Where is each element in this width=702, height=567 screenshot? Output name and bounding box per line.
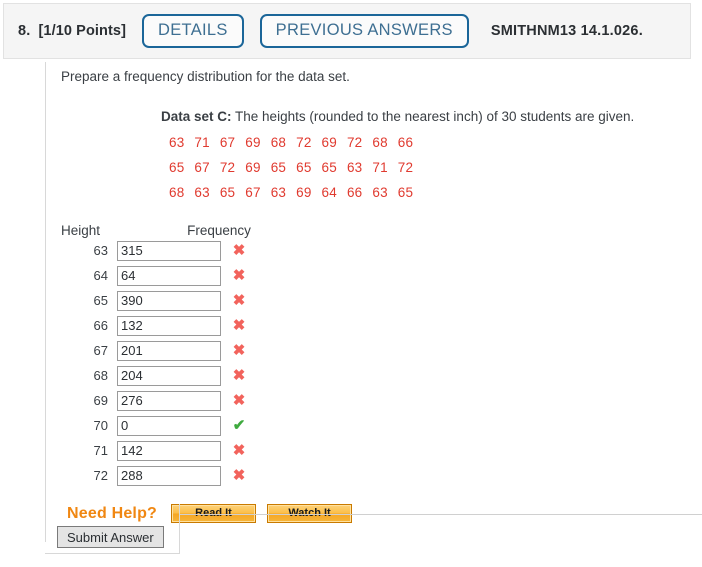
height-value: 69 bbox=[93, 393, 108, 409]
dataset-text: The heights (rounded to the nearest inch… bbox=[231, 108, 635, 124]
dataset-row: 65 67 72 69 65 65 65 63 71 72 bbox=[169, 160, 697, 175]
dataset-value: 72 bbox=[296, 135, 312, 151]
submit-divider bbox=[180, 514, 702, 515]
dataset-value: 64 bbox=[321, 185, 337, 201]
assignment-code: SMITHNM13 14.1.026. bbox=[490, 23, 643, 39]
dataset-value: 65 bbox=[219, 185, 236, 201]
frequency-row: 63 ✖ bbox=[61, 238, 697, 263]
points-badge: [1/10 Points] bbox=[38, 23, 127, 39]
dataset-description: Data set C: The heights (rounded to the … bbox=[161, 108, 697, 126]
frequency-row: 70 ✔ bbox=[61, 413, 697, 438]
previous-answers-button[interactable]: PREVIOUS ANSWERS bbox=[259, 14, 469, 48]
dataset-value: 66 bbox=[397, 135, 414, 151]
dataset-value: 63 bbox=[270, 185, 287, 201]
frequency-input[interactable] bbox=[117, 290, 221, 311]
dataset-value: 72 bbox=[397, 160, 414, 176]
dataset-value: 69 bbox=[296, 185, 312, 201]
incorrect-x-icon: ✖ bbox=[232, 317, 246, 335]
dataset-value: 68 bbox=[372, 135, 388, 151]
frequency-input[interactable] bbox=[117, 365, 221, 386]
frequency-table: Height Frequency 63 ✖ 64 ✖ 65 ✖ 66 ✖ 67 ✖ 68 ✖ 69 ✖ 70… bbox=[61, 218, 697, 488]
frequency-table-rows: 63 ✖ 64 ✖ 65 ✖ 66 ✖ 67 ✖ 68 ✖ 69 ✖ 70 ✔ 71 ✖ 72 ✖ bbox=[61, 238, 697, 488]
frequency-input[interactable] bbox=[117, 265, 221, 286]
dataset-value: 68 bbox=[270, 135, 287, 151]
frequency-row: 67 ✖ bbox=[61, 338, 697, 363]
left-vertical-divider bbox=[45, 62, 46, 542]
dataset-label: Data set C: bbox=[161, 108, 232, 124]
question-number: 8. bbox=[18, 23, 31, 39]
dataset-value: 67 bbox=[194, 160, 210, 176]
frequency-row: 71 ✖ bbox=[61, 438, 697, 463]
dataset-value: 69 bbox=[321, 135, 337, 151]
height-value: 68 bbox=[93, 368, 108, 384]
column-header-height: Height bbox=[61, 223, 101, 239]
dataset-value: 63 bbox=[372, 185, 388, 201]
dataset-value: 68 bbox=[169, 185, 185, 201]
question-prompt: Prepare a frequency distribution for the… bbox=[61, 69, 350, 84]
frequency-input[interactable] bbox=[117, 315, 221, 336]
dataset-value: 69 bbox=[245, 160, 261, 176]
height-value: 63 bbox=[93, 243, 108, 259]
frequency-table-header: Height Frequency bbox=[61, 218, 697, 238]
question-body: Prepare a frequency distribution for the… bbox=[61, 68, 697, 524]
dataset-values: 63 71 67 69 68 72 69 72 68 66 65 67 72 69 65 65 65 63 71 72… bbox=[61, 135, 697, 200]
details-button[interactable]: DETAILS bbox=[142, 14, 244, 48]
dataset-value: 65 bbox=[296, 160, 312, 176]
submit-answer-button[interactable]: Submit Answer bbox=[57, 526, 164, 548]
dataset-value: 71 bbox=[194, 135, 210, 151]
height-value: 66 bbox=[93, 318, 108, 334]
dataset-value: 63 bbox=[169, 135, 185, 151]
dataset-value: 65 bbox=[169, 160, 185, 176]
dataset-value: 67 bbox=[219, 135, 236, 151]
dataset-value: 67 bbox=[245, 185, 261, 201]
frequency-row: 69 ✖ bbox=[61, 388, 697, 413]
incorrect-x-icon: ✖ bbox=[232, 392, 246, 410]
height-value: 72 bbox=[93, 468, 108, 484]
height-value: 65 bbox=[93, 293, 108, 309]
frequency-row: 65 ✖ bbox=[61, 288, 697, 313]
incorrect-x-icon: ✖ bbox=[232, 292, 246, 310]
incorrect-x-icon: ✖ bbox=[232, 367, 246, 385]
frequency-input[interactable] bbox=[117, 415, 221, 436]
incorrect-x-icon: ✖ bbox=[232, 442, 246, 460]
height-value: 71 bbox=[93, 443, 108, 459]
frequency-row: 64 ✖ bbox=[61, 263, 697, 288]
dataset-value: 72 bbox=[219, 160, 236, 176]
dataset-row: 63 71 67 69 68 72 69 72 68 66 bbox=[169, 135, 697, 150]
frequency-row: 68 ✖ bbox=[61, 363, 697, 388]
frequency-input[interactable] bbox=[117, 340, 221, 361]
dataset-value: 63 bbox=[346, 160, 363, 176]
dataset-value: 65 bbox=[270, 160, 287, 176]
dataset-value: 63 bbox=[194, 185, 210, 201]
incorrect-x-icon: ✖ bbox=[232, 342, 246, 360]
height-value: 64 bbox=[93, 268, 108, 284]
frequency-row: 72 ✖ bbox=[61, 463, 697, 488]
correct-check-icon: ✔ bbox=[232, 417, 246, 435]
frequency-input[interactable] bbox=[117, 465, 221, 486]
frequency-row: 66 ✖ bbox=[61, 313, 697, 338]
height-value: 70 bbox=[93, 418, 108, 434]
question-header: 8. [1/10 Points] DETAILS PREVIOUS ANSWER… bbox=[3, 3, 691, 59]
frequency-input[interactable] bbox=[117, 390, 221, 411]
dataset-value: 71 bbox=[372, 160, 388, 176]
frequency-input[interactable] bbox=[117, 240, 221, 261]
dataset-row: 68 63 65 67 63 69 64 66 63 65 bbox=[169, 185, 697, 200]
dataset-value: 65 bbox=[397, 185, 414, 201]
dataset-value: 72 bbox=[346, 135, 363, 151]
incorrect-x-icon: ✖ bbox=[232, 242, 246, 260]
dataset-value: 66 bbox=[346, 185, 363, 201]
frequency-input[interactable] bbox=[117, 440, 221, 461]
dataset-value: 65 bbox=[321, 160, 337, 176]
dataset-value: 69 bbox=[245, 135, 261, 151]
column-header-frequency: Frequency bbox=[187, 223, 251, 239]
incorrect-x-icon: ✖ bbox=[232, 467, 246, 485]
incorrect-x-icon: ✖ bbox=[232, 267, 246, 285]
height-value: 67 bbox=[93, 343, 108, 359]
